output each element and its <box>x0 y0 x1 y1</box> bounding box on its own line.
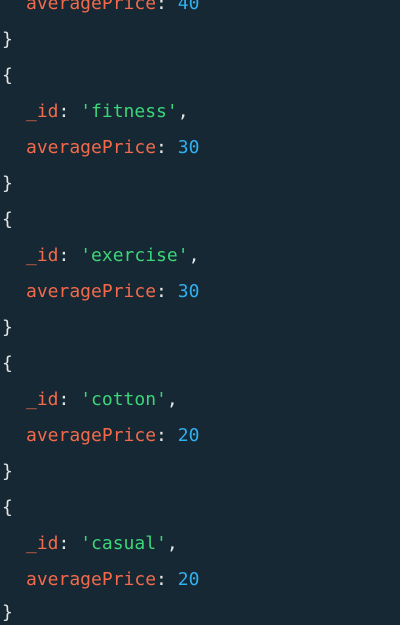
average-price-line: averagePrice: 30 <box>26 280 199 304</box>
separator: : <box>58 389 81 410</box>
price-value: 30 <box>177 137 200 158</box>
closing-brace: } <box>2 461 13 482</box>
id-line: _id: 'casual', <box>26 532 178 556</box>
separator: : <box>58 245 81 266</box>
field-value: 40 <box>177 0 200 14</box>
separator: : <box>156 425 178 446</box>
price-value: 30 <box>177 281 200 302</box>
average-price-line: averagePrice: 30 <box>26 136 199 160</box>
id-key: _id <box>26 245 59 266</box>
opening-brace: { <box>2 209 13 230</box>
separator: : <box>58 101 81 122</box>
id-line: _id: 'cotton', <box>26 388 178 412</box>
separator: : <box>156 137 178 158</box>
opening-brace: { <box>2 65 13 86</box>
partial-average-price-line: averagePrice: 40 <box>26 0 199 16</box>
separator: : <box>156 0 178 14</box>
field-key: averagePrice <box>26 0 157 14</box>
id-key: _id <box>26 101 59 122</box>
id-key: _id <box>26 389 59 410</box>
closing-brace: } <box>2 173 13 194</box>
id-line: _id: 'fitness', <box>26 100 189 124</box>
id-line: _id: 'exercise', <box>26 244 199 268</box>
id-key: _id <box>26 533 59 554</box>
closing-brace: } <box>2 602 13 623</box>
id-value: 'casual' <box>80 533 167 554</box>
opening-brace: { <box>2 353 13 374</box>
separator: : <box>58 533 81 554</box>
price-key: averagePrice <box>26 281 157 302</box>
id-value: 'exercise' <box>80 245 189 266</box>
comma: , <box>188 245 200 266</box>
price-value: 20 <box>177 425 200 446</box>
price-value: 20 <box>177 569 200 590</box>
closing-brace: } <box>2 317 13 338</box>
average-price-line: averagePrice: 20 <box>26 568 199 592</box>
comma: , <box>166 533 178 554</box>
separator: : <box>156 281 178 302</box>
average-price-line: averagePrice: 20 <box>26 424 199 448</box>
price-key: averagePrice <box>26 137 157 158</box>
separator: : <box>156 569 178 590</box>
mongo-shell-output: averagePrice: 40 } { _id: 'fitness', ave… <box>0 0 400 625</box>
id-value: 'cotton' <box>80 389 167 410</box>
closing-brace: } <box>2 29 13 50</box>
id-value: 'fitness' <box>80 101 178 122</box>
opening-brace: { <box>2 497 13 518</box>
comma: , <box>166 389 178 410</box>
comma: , <box>177 101 189 122</box>
price-key: averagePrice <box>26 569 157 590</box>
price-key: averagePrice <box>26 425 157 446</box>
